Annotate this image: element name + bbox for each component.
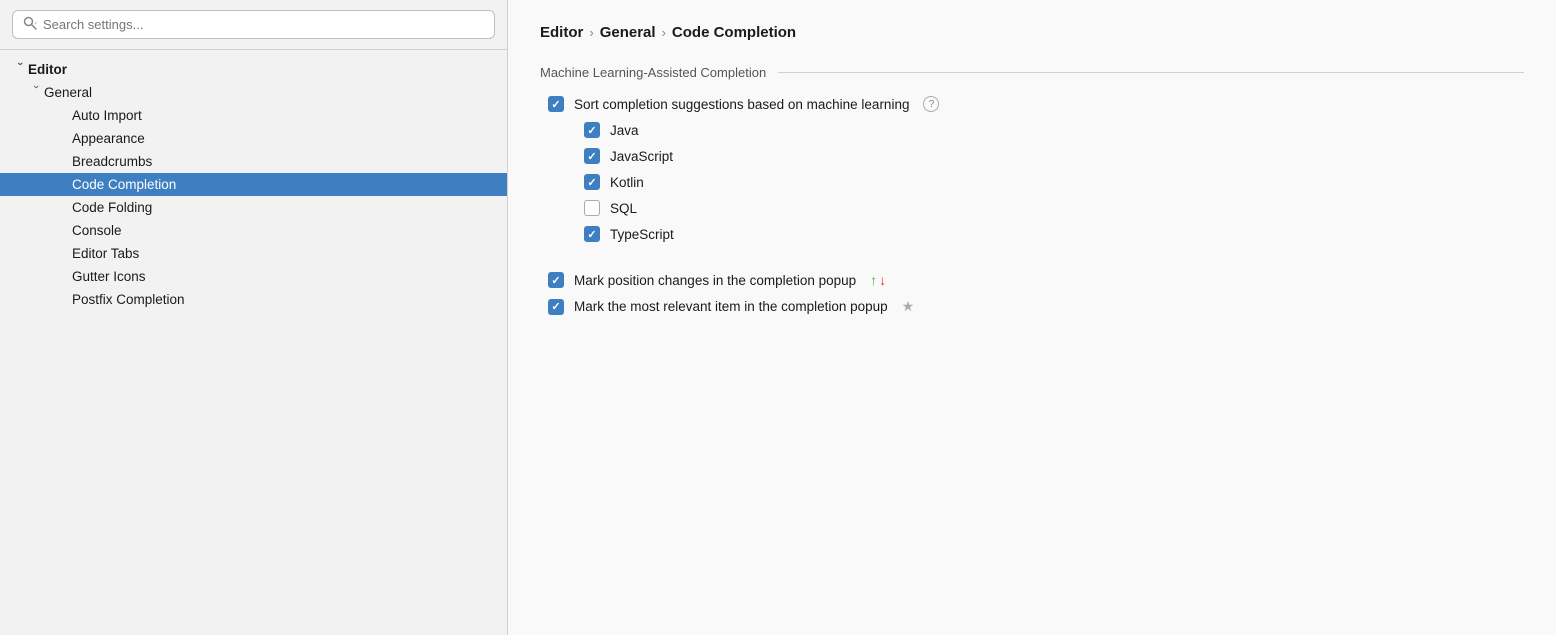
sidebar-item-label: Postfix Completion	[72, 292, 185, 307]
checkbox-sort-ml[interactable]	[548, 96, 564, 112]
breadcrumb-editor: Editor	[540, 24, 583, 41]
search-icon	[23, 16, 37, 33]
help-icon[interactable]: ?	[923, 96, 939, 112]
sidebar-item-label: Auto Import	[72, 108, 142, 123]
sidebar-item-label: Editor	[28, 62, 67, 77]
option-java: Java	[548, 122, 1524, 138]
option-sql: SQL	[548, 200, 1524, 216]
option-mark-position-label: Mark position changes in the completion …	[574, 273, 856, 288]
main-content: Editor › General › Code Completion Machi…	[508, 0, 1556, 635]
options-list: Sort completion suggestions based on mac…	[540, 96, 1524, 315]
checkbox-javascript[interactable]	[584, 148, 600, 164]
checkbox-java[interactable]	[584, 122, 600, 138]
option-kotlin: Kotlin	[548, 174, 1524, 190]
section-title-text: Machine Learning-Assisted Completion	[540, 65, 766, 80]
divider-gap	[548, 252, 1524, 262]
option-javascript: JavaScript	[548, 148, 1524, 164]
sidebar-item-postfix-completion[interactable]: › Postfix Completion	[0, 288, 507, 311]
checkbox-mark-relevant[interactable]	[548, 299, 564, 315]
sidebar-item-breadcrumbs[interactable]: › Breadcrumbs	[0, 150, 507, 173]
option-kotlin-label: Kotlin	[610, 175, 644, 190]
sidebar-item-general[interactable]: › General	[0, 81, 507, 104]
option-java-label: Java	[610, 123, 639, 138]
breadcrumb-sep-2: ›	[662, 25, 666, 40]
sidebar-item-label: General	[44, 85, 92, 100]
sidebar-item-editor-tabs[interactable]: › Editor Tabs	[0, 242, 507, 265]
sidebar-item-editor[interactable]: › Editor	[0, 58, 507, 81]
arrow-up-icon: ↑	[870, 272, 877, 288]
sidebar-item-gutter-icons[interactable]: › Gutter Icons	[0, 265, 507, 288]
option-typescript: TypeScript	[548, 226, 1524, 242]
breadcrumb: Editor › General › Code Completion	[540, 24, 1524, 41]
search-input[interactable]	[43, 17, 484, 32]
position-arrows: ↑ ↓	[870, 272, 886, 288]
checkbox-kotlin[interactable]	[584, 174, 600, 190]
sidebar-item-appearance[interactable]: › Appearance	[0, 127, 507, 150]
section-title: Machine Learning-Assisted Completion	[540, 65, 1524, 80]
checkbox-mark-position[interactable]	[548, 272, 564, 288]
breadcrumb-general: General	[600, 24, 656, 41]
checkbox-sql[interactable]	[584, 200, 600, 216]
sidebar-item-auto-import[interactable]: › Auto Import	[0, 104, 507, 127]
option-mark-relevant-label: Mark the most relevant item in the compl…	[574, 299, 888, 314]
sidebar-item-label: Editor Tabs	[72, 246, 139, 261]
sidebar-item-label: Gutter Icons	[72, 269, 146, 284]
option-sort-ml-label: Sort completion suggestions based on mac…	[574, 97, 909, 112]
checkbox-typescript[interactable]	[584, 226, 600, 242]
search-bar	[0, 0, 507, 50]
sidebar-item-label: Breadcrumbs	[72, 154, 152, 169]
chevron-icon: ›	[30, 85, 42, 101]
option-sql-label: SQL	[610, 201, 637, 216]
sidebar-item-label: Appearance	[72, 131, 145, 146]
arrow-down-icon: ↓	[879, 272, 886, 288]
option-mark-relevant: Mark the most relevant item in the compl…	[548, 298, 1524, 315]
nav-tree: › Editor › General › Auto Import › Appea…	[0, 50, 507, 635]
option-sort-ml: Sort completion suggestions based on mac…	[548, 96, 1524, 112]
sidebar: › Editor › General › Auto Import › Appea…	[0, 0, 508, 635]
sidebar-item-code-folding[interactable]: › Code Folding	[0, 196, 507, 219]
option-mark-position: Mark position changes in the completion …	[548, 272, 1524, 288]
search-wrap[interactable]	[12, 10, 495, 39]
sidebar-item-label: Code Folding	[72, 200, 152, 215]
option-typescript-label: TypeScript	[610, 227, 674, 242]
chevron-icon: ›	[14, 62, 26, 78]
sidebar-item-console[interactable]: › Console	[0, 219, 507, 242]
sidebar-item-code-completion[interactable]: › Code Completion	[0, 173, 507, 196]
breadcrumb-sep-1: ›	[589, 25, 593, 40]
sidebar-item-label: Code Completion	[72, 177, 176, 192]
sidebar-item-label: Console	[72, 223, 122, 238]
breadcrumb-code-completion: Code Completion	[672, 24, 796, 41]
star-icon: ★	[902, 298, 915, 315]
option-javascript-label: JavaScript	[610, 149, 673, 164]
